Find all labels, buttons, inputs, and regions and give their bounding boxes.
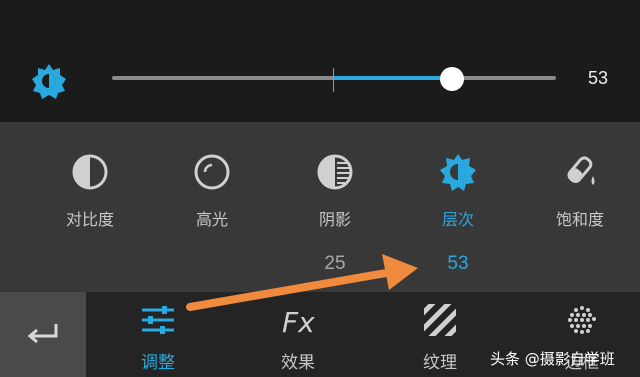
- tool-label: 阴影: [318, 210, 351, 229]
- svg-text:Fx: Fx: [282, 306, 315, 339]
- adjust-slider-bar: [0, 0, 640, 122]
- tool-label: 对比度: [65, 210, 114, 229]
- tool-label: 高光: [195, 210, 228, 229]
- tool-levels[interactable]: 层次: [408, 152, 508, 242]
- brightness-half-icon: [32, 64, 66, 99]
- tool-contrast[interactable]: 对比度: [40, 152, 140, 242]
- tab-label: 效果: [281, 353, 315, 373]
- sliders-icon: [142, 306, 174, 334]
- levels-value: 53: [447, 253, 469, 274]
- tab-label: 调整: [141, 353, 175, 373]
- slider-center-mark: [333, 68, 334, 92]
- shadow-icon: [317, 154, 353, 190]
- tab-label: 纹理: [423, 353, 457, 373]
- slider-track[interactable]: [112, 76, 556, 80]
- tab-adjust[interactable]: 调整: [108, 300, 208, 377]
- tab-effects[interactable]: Fx 效果: [248, 300, 348, 377]
- watermark: 头条 @摄影自学班: [490, 350, 615, 368]
- saturation-icon: [567, 156, 595, 185]
- back-button[interactable]: [0, 292, 86, 377]
- tool-label: 饱和度: [555, 210, 604, 229]
- tool-saturation[interactable]: 饱和度: [530, 152, 630, 242]
- shadow-value: 25: [324, 253, 346, 274]
- highlight-icon: [194, 154, 230, 190]
- slider-thumb[interactable]: [439, 67, 464, 91]
- texture-icon: [424, 304, 456, 336]
- tab-texture[interactable]: 纹理: [390, 300, 490, 377]
- fx-icon: Fx: [282, 306, 315, 339]
- slider-fill: [334, 76, 452, 80]
- contrast-icon: [72, 154, 108, 190]
- slider-value: 53: [587, 68, 609, 88]
- levels-icon: [440, 154, 476, 191]
- tool-label: 层次: [441, 210, 474, 229]
- tool-highlight[interactable]: 高光: [162, 152, 262, 242]
- frame-dots-icon: [568, 306, 596, 334]
- return-icon: [27, 324, 58, 344]
- tool-shadow[interactable]: 阴影: [285, 152, 385, 242]
